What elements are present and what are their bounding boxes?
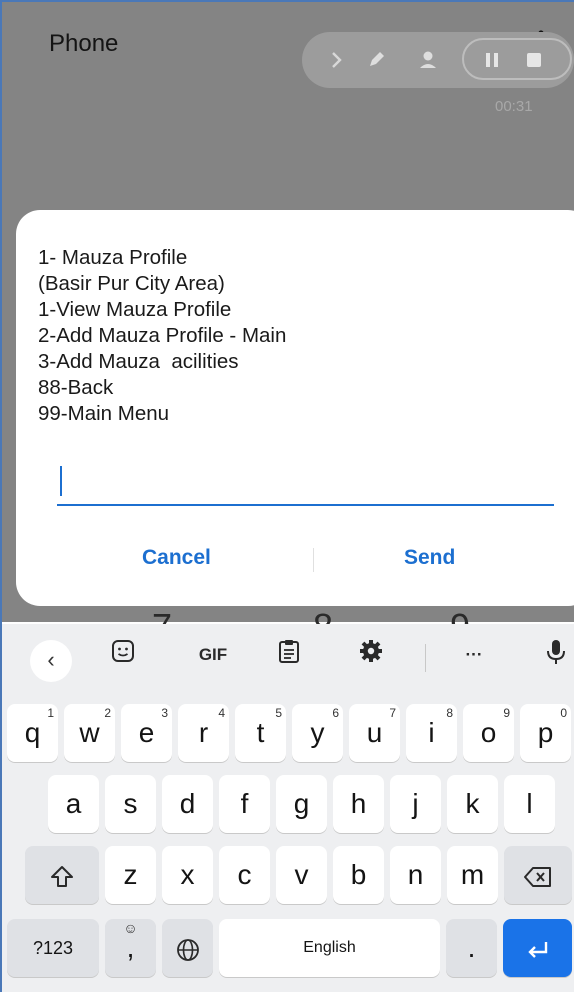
mic-icon[interactable] (539, 638, 573, 672)
backspace-key[interactable] (504, 846, 572, 904)
key-k[interactable]: k (447, 775, 498, 833)
screen: Phone 00:31 7 8 9 1- Mauza Profile (Basi… (0, 0, 574, 992)
person-icon[interactable] (414, 46, 442, 74)
key-z[interactable]: z (105, 846, 156, 904)
key-n[interactable]: n (390, 846, 441, 904)
emoji-hint-icon: ☺ (123, 920, 138, 936)
reply-input[interactable] (57, 460, 554, 506)
key-l[interactable]: l (504, 775, 555, 833)
key-y[interactable]: y6 (292, 704, 343, 762)
key-i[interactable]: i8 (406, 704, 457, 762)
pause-icon[interactable] (478, 46, 506, 74)
message-line: 88-Back (38, 376, 114, 399)
cancel-button[interactable]: Cancel (142, 546, 211, 570)
key-w[interactable]: w2 (64, 704, 115, 762)
stop-icon[interactable] (520, 46, 548, 74)
space-key[interactable]: English (219, 919, 440, 977)
key-u[interactable]: u7 (349, 704, 400, 762)
globe-key[interactable] (162, 919, 213, 977)
key-r[interactable]: r4 (178, 704, 229, 762)
message-line: 2-Add Mauza Profile - Main (38, 324, 287, 347)
emoji-comma-key[interactable]: , ☺ (105, 919, 156, 977)
more-options-button[interactable]: ··· (457, 638, 491, 672)
key-j[interactable]: j (390, 775, 441, 833)
period-key[interactable]: . (446, 919, 497, 977)
key-c[interactable]: c (219, 846, 270, 904)
settings-icon[interactable] (354, 638, 388, 672)
clipboard-icon[interactable] (272, 638, 306, 672)
key-h[interactable]: h (333, 775, 384, 833)
enter-key[interactable] (503, 919, 572, 977)
sticker-icon[interactable] (106, 638, 140, 672)
app-title: Phone (49, 30, 119, 57)
chevron-right-icon[interactable] (322, 46, 350, 74)
message-line: 3-Add Mauza acilities (38, 350, 239, 373)
key-g[interactable]: g (276, 775, 327, 833)
keyboard-back-button[interactable]: ‹ (30, 640, 72, 682)
symbols-key[interactable]: ?123 (7, 919, 99, 977)
screen-recorder-toolbar (302, 32, 574, 88)
send-button[interactable]: Send (404, 546, 455, 570)
key-p[interactable]: p0 (520, 704, 571, 762)
toolbar-divider (425, 644, 426, 672)
key-v[interactable]: v (276, 846, 327, 904)
message-line: 1- Mauza Profile (38, 246, 188, 269)
recording-timer: 00:31 (495, 98, 533, 115)
key-f[interactable]: f (219, 775, 270, 833)
ussd-dialog: 1- Mauza Profile (Basir Pur City Area) 1… (16, 210, 574, 606)
key-a[interactable]: a (48, 775, 99, 833)
key-m[interactable]: m (447, 846, 498, 904)
message-line: 99-Main Menu (38, 402, 170, 425)
message-line: 1-View Mauza Profile (38, 298, 232, 321)
message-line: (Basir Pur City Area) (38, 272, 225, 295)
key-t[interactable]: t5 (235, 704, 286, 762)
text-caret (60, 466, 62, 496)
key-q[interactable]: q1 (7, 704, 58, 762)
button-divider (313, 548, 314, 572)
key-e[interactable]: e3 (121, 704, 172, 762)
key-s[interactable]: s (105, 775, 156, 833)
key-o[interactable]: o9 (463, 704, 514, 762)
key-b[interactable]: b (333, 846, 384, 904)
keyboard: ‹ GIF ··· q1 w2 e3 r4 t5 y6 u7 i8 o9 p0 … (2, 624, 574, 992)
shift-key[interactable] (25, 846, 99, 904)
gif-button[interactable]: GIF (190, 638, 236, 672)
comma-label: , (126, 932, 135, 963)
key-x[interactable]: x (162, 846, 213, 904)
key-d[interactable]: d (162, 775, 213, 833)
pen-icon[interactable] (362, 46, 390, 74)
